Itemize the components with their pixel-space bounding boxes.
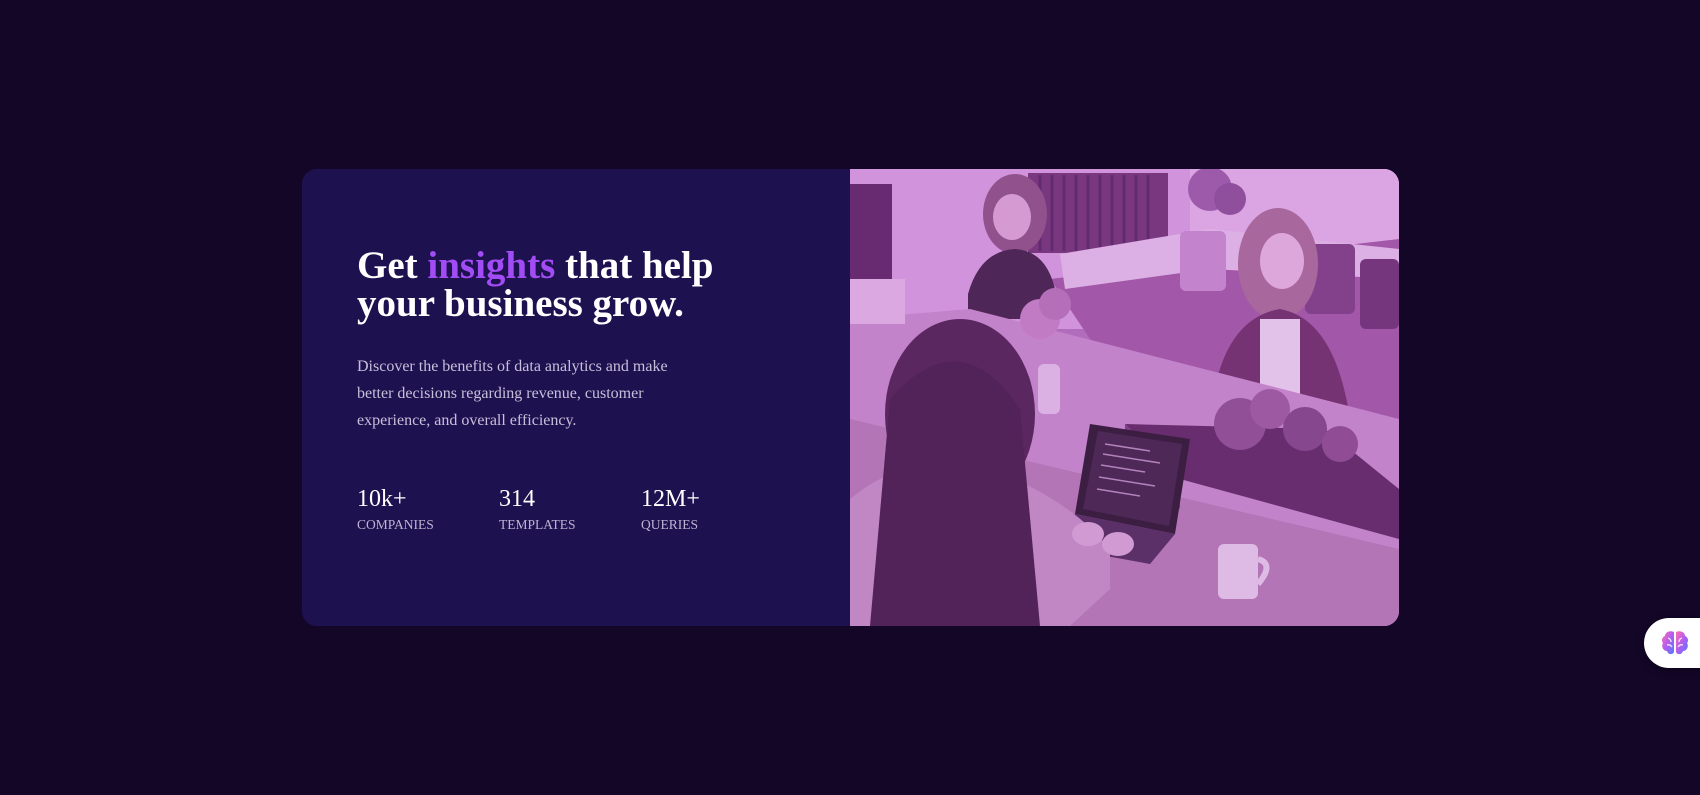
stat-value: 314 <box>499 486 535 512</box>
stats-row: 10k+ Companies 314 Templates 12M+ Querie… <box>357 487 783 533</box>
stat-value: 12M+ <box>641 486 700 512</box>
headline-accent: insights <box>427 244 556 287</box>
stat-label: Companies <box>357 517 434 532</box>
stat-label: Queries <box>641 517 698 532</box>
page-title: Get insights that help your business gro… <box>357 244 717 323</box>
stat-companies: 10k+ Companies <box>357 487 499 533</box>
assistant-launcher-button[interactable] <box>1644 618 1700 668</box>
card-text-panel: Get insights that help your business gro… <box>302 169 850 626</box>
office-team-photo <box>850 169 1399 626</box>
image-overlay <box>850 169 1399 626</box>
stat-label: Templates <box>499 517 576 532</box>
stat-templates: 314 Templates <box>499 487 641 533</box>
brain-icon <box>1661 631 1689 655</box>
stat-value: 10k+ <box>357 486 407 512</box>
description: Discover the benefits of data analytics … <box>357 358 668 429</box>
headline-start: Get <box>357 244 428 287</box>
stats-preview-card: Get insights that help your business gro… <box>302 169 1399 626</box>
stat-queries: 12M+ Queries <box>641 487 783 533</box>
